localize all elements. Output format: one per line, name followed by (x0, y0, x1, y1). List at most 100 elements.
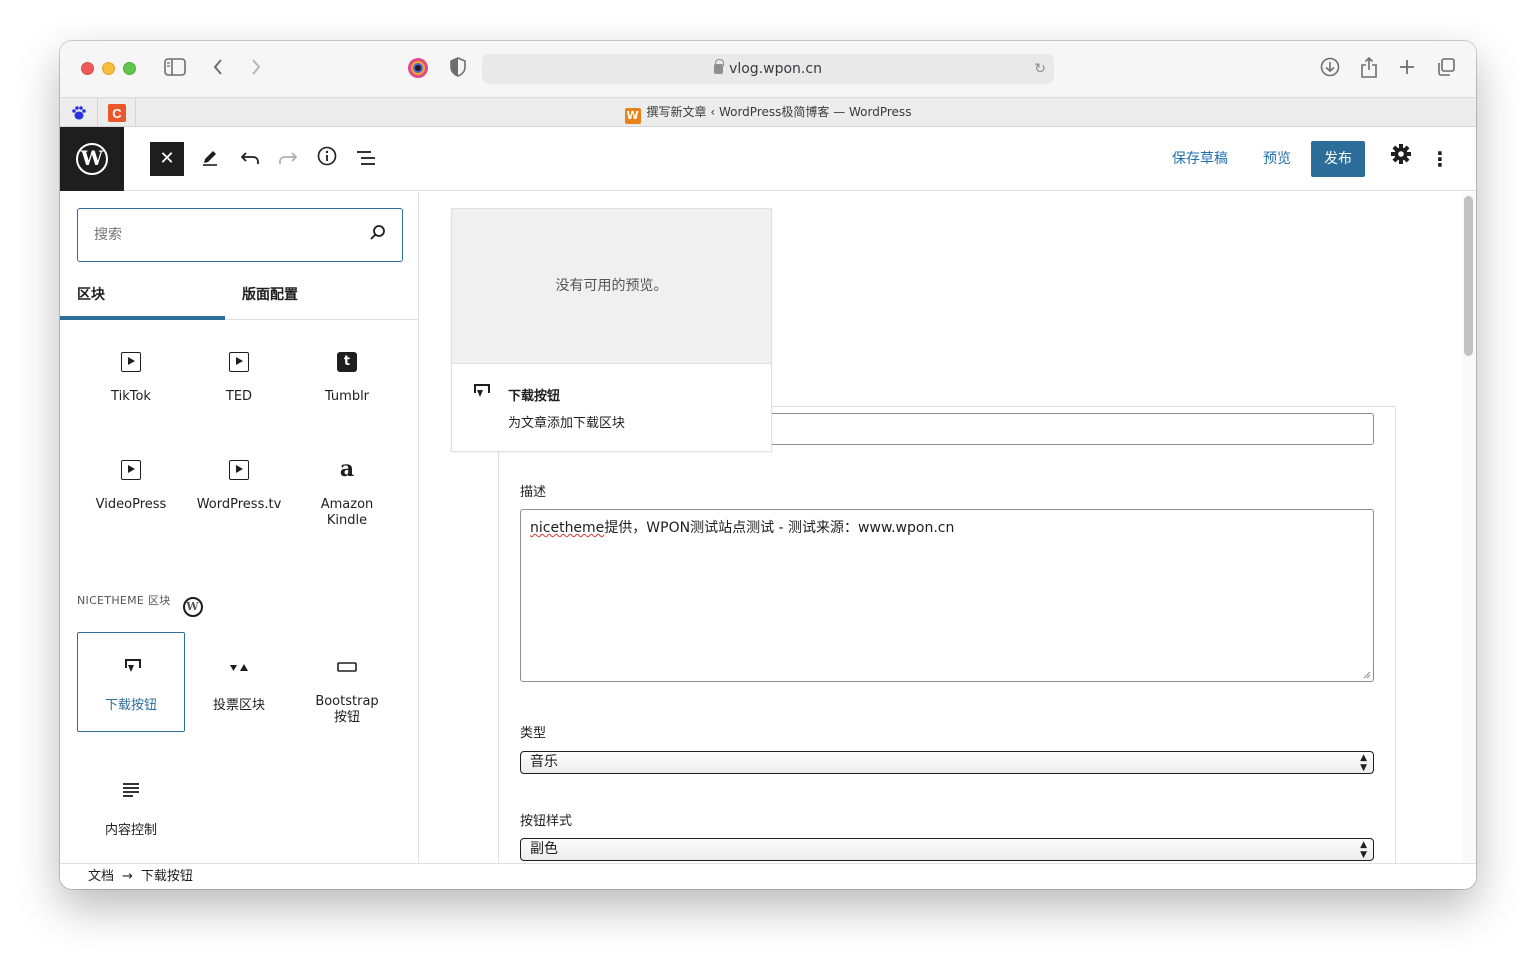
pinned-tab-c[interactable]: C (98, 98, 136, 127)
tools-pencil-icon[interactable] (193, 142, 227, 176)
type-label: 类型 (520, 726, 547, 741)
preview-button[interactable]: 预览 (1263, 127, 1291, 191)
button-icon (336, 657, 358, 679)
block-search-input[interactable] (94, 223, 344, 247)
block-item-content-control[interactable]: 内容控制 (77, 782, 185, 838)
block-item-ted[interactable]: TED (185, 352, 293, 404)
block-item-vote[interactable]: 投票区块 (185, 657, 293, 713)
editor-header: W ✕ 保存草稿 预览 发布 ⋮ (60, 127, 1476, 191)
wordpress-mini-icon: W (182, 597, 203, 617)
tab-overview-icon[interactable] (1434, 57, 1458, 81)
preview-block-info: 下载按钮 为文章添加下载区块 (452, 365, 771, 451)
privacy-shield-icon[interactable] (446, 57, 470, 81)
block-item-videopress[interactable]: VideoPress (77, 460, 185, 512)
save-draft-button[interactable]: 保存草稿 (1172, 127, 1228, 191)
active-tab[interactable]: W 撰写新文章 ‹ WordPress极简博客 — WordPress (60, 98, 1476, 127)
embed-video-icon (120, 460, 142, 482)
block-label: 投票区块 (212, 698, 265, 713)
embed-video-icon (120, 352, 142, 374)
close-inserter-button[interactable]: ✕ (150, 142, 184, 176)
lock-icon (714, 59, 725, 74)
more-options-icon[interactable]: ⋮ (1430, 143, 1450, 175)
button-style-select-value: 副色 (530, 841, 558, 857)
reload-icon[interactable]: ↻ (1034, 54, 1046, 84)
download-icon (120, 657, 142, 679)
arrow-right-icon: → (122, 869, 133, 884)
block-label: VideoPress (95, 497, 167, 512)
c-icon: C (108, 104, 126, 122)
block-label: Bootstrap 按钮 (315, 694, 379, 725)
search-icon (369, 224, 386, 246)
zoom-window-button[interactable] (123, 62, 136, 75)
download-manager-icon[interactable] (1318, 57, 1342, 81)
type-select-value: 音乐 (530, 754, 558, 770)
breadcrumb-current[interactable]: 下载按钮 (141, 869, 193, 884)
tab-bar: W 撰写新文章 ‹ WordPress极简博客 — WordPress C (60, 97, 1476, 127)
block-preview-popover: 没有可用的预览。 下载按钮 为文章添加下载区块 (451, 208, 772, 452)
svg-text:C: C (112, 106, 122, 121)
block-label: 内容控制 (104, 823, 157, 838)
preview-block-description: 为文章添加下载区块 (508, 416, 626, 431)
editor-scrollbar[interactable] (1464, 196, 1473, 356)
close-window-button[interactable] (81, 62, 94, 75)
description-textarea[interactable]: nicetheme提供，WPON测试站点测试 - 测试来源：www.wpon.c… (520, 509, 1374, 682)
details-info-icon[interactable] (310, 142, 344, 176)
extension-color-icon[interactable] (406, 57, 430, 81)
publish-button[interactable]: 发布 (1311, 141, 1365, 177)
block-item-wordpress-tv[interactable]: WordPress.tv (185, 460, 293, 512)
browser-toolbar: vlog.wpon.cn ↻ (60, 41, 1476, 97)
inserter-tabs: 区块 版面配置 (60, 272, 418, 320)
block-item-tiktok[interactable]: TikTok (77, 352, 185, 404)
redo-icon[interactable] (271, 142, 305, 176)
block-label: 下载按钮 (104, 698, 157, 713)
description-text: 提供，WPON测试站点测试 - 测试来源：www.wpon.cn (604, 520, 955, 536)
block-item-download-button[interactable]: 下载按钮 (77, 632, 185, 732)
select-arrows-icon: ▲ ▼ (1360, 753, 1367, 773)
amazon-icon: a (339, 456, 355, 482)
download-icon (474, 383, 490, 402)
pinned-tab-baidu[interactable] (60, 98, 98, 127)
type-select[interactable]: 音乐 ▲ ▼ (520, 751, 1374, 774)
embed-video-icon (228, 352, 250, 374)
block-item-amazon-kindle[interactable]: a Amazon Kindle (293, 456, 401, 529)
wordpress-logo-icon: W (76, 143, 108, 175)
block-item-bootstrap-button[interactable]: Bootstrap 按钮 (293, 657, 401, 726)
nicetheme-section-title: NICETHEME 区块 W (77, 592, 203, 617)
share-icon[interactable] (1357, 56, 1381, 81)
block-inserter-panel: 区块 版面配置 TikTok TED t Tumblr VideoPress W… (60, 192, 419, 864)
button-style-select[interactable]: 副色 ▲ ▼ (520, 838, 1374, 861)
spellcheck-word: nicetheme (530, 520, 605, 536)
select-arrows-icon: ▲ ▼ (1360, 840, 1367, 860)
tab-patterns[interactable]: 版面配置 (242, 272, 298, 320)
tumblr-icon: t (336, 352, 358, 374)
sidebar-toggle-icon[interactable] (163, 57, 187, 81)
tab-title: 撰写新文章 ‹ WordPress极简博客 — WordPress (646, 105, 912, 119)
breadcrumb-root[interactable]: 文档 (88, 869, 114, 884)
content-control-icon (120, 782, 142, 804)
block-label: TikTok (111, 389, 151, 404)
baidu-icon (72, 106, 86, 120)
list-view-icon[interactable] (349, 142, 383, 176)
button-style-label: 按钮样式 (520, 814, 573, 829)
minimize-window-button[interactable] (102, 62, 115, 75)
back-icon[interactable] (206, 57, 230, 81)
block-item-tumblr[interactable]: t Tumblr (293, 352, 401, 404)
tab-blocks[interactable]: 区块 (60, 272, 225, 320)
browser-window: vlog.wpon.cn ↻ W 撰写新文章 ‹ WordPress极简博客 — … (60, 41, 1476, 889)
block-search-field[interactable] (77, 208, 403, 262)
new-tab-icon[interactable] (1395, 57, 1419, 81)
block-label: TED (225, 389, 253, 404)
preview-placeholder: 没有可用的预览。 (452, 209, 771, 364)
settings-gear-icon[interactable] (1388, 143, 1414, 175)
tab-favicon: W (624, 108, 641, 124)
wordpress-logo-button[interactable]: W (60, 127, 124, 191)
preview-block-title: 下载按钮 (508, 389, 561, 404)
forward-icon[interactable] (244, 57, 268, 81)
undo-icon[interactable] (233, 142, 267, 176)
address-bar[interactable]: vlog.wpon.cn ↻ (482, 54, 1054, 84)
description-label: 描述 (520, 485, 547, 500)
vote-icon (228, 657, 250, 679)
resize-handle-icon[interactable] (1363, 671, 1371, 679)
block-breadcrumb: 文档 → 下载按钮 (60, 863, 1476, 889)
url-text: vlog.wpon.cn (729, 61, 822, 77)
